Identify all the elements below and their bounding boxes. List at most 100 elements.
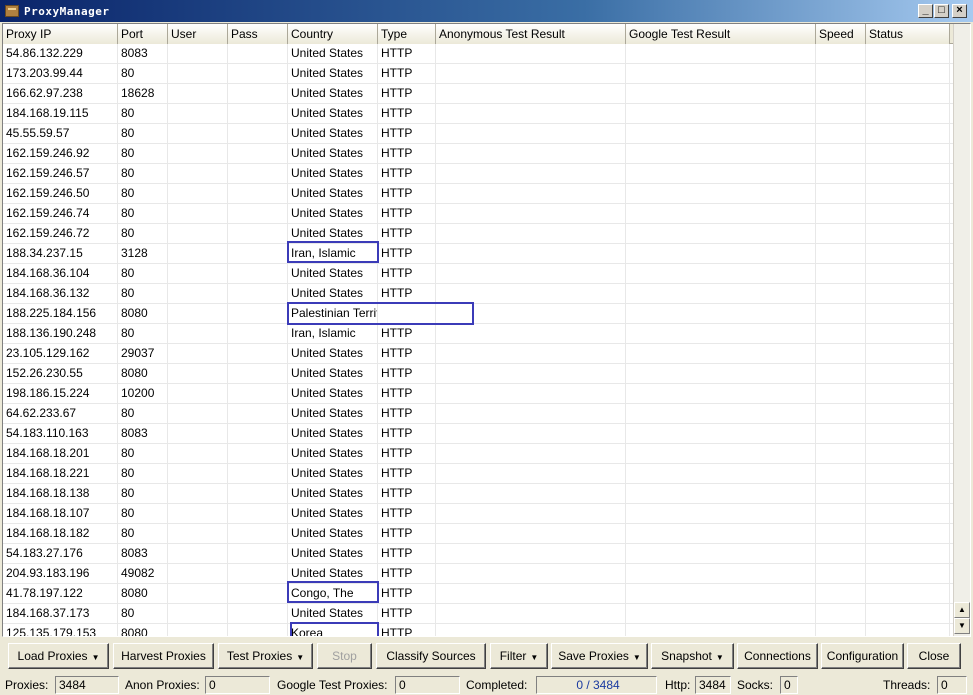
scroll-up-button[interactable]: ▲ — [954, 602, 970, 618]
table-row[interactable]: 54.183.27.176 8083 United States HTTP — [3, 544, 953, 564]
column-header[interactable]: Google Test Result — [626, 24, 816, 44]
column-header[interactable]: Port — [118, 24, 168, 44]
speed-cell — [816, 344, 866, 363]
type-cell: HTTP — [378, 584, 436, 603]
filter-button[interactable]: Filter ▼ — [490, 643, 548, 669]
port-cell: 8083 — [118, 44, 168, 63]
table-row[interactable]: 162.159.246.92 80 United States HTTP — [3, 144, 953, 164]
column-header[interactable]: User — [168, 24, 228, 44]
connections-button[interactable]: Connections — [737, 643, 818, 669]
google-result-cell — [626, 544, 816, 563]
chevron-down-icon: ▼ — [632, 653, 641, 662]
test-proxies-button[interactable]: Test Proxies ▼ — [218, 643, 313, 669]
table-row[interactable]: 173.203.99.44 80 United States HTTP — [3, 64, 953, 84]
close-button[interactable]: Close — [907, 643, 961, 669]
user-cell — [168, 304, 228, 323]
pass-cell — [228, 124, 288, 143]
country-cell: United States — [288, 224, 378, 243]
table-row[interactable]: 188.225.184.1568080 Palestinian Territory… — [3, 304, 953, 324]
table-row[interactable]: 162.159.246.57 80 United States HTTP — [3, 164, 953, 184]
harvest-proxies-button[interactable]: Harvest Proxies — [113, 643, 214, 669]
socks-count: 0 — [780, 676, 798, 694]
table-row[interactable]: 184.168.18.221 80 United States HTTP — [3, 464, 953, 484]
load-proxies-label: Load Proxies — [17, 649, 88, 663]
column-header[interactable]: Anonymous Test Result — [436, 24, 626, 44]
port-cell: 80 — [118, 204, 168, 223]
snapshot-button[interactable]: Snapshot ▼ — [651, 643, 734, 669]
load-proxies-button[interactable]: Load Proxies ▼ — [8, 643, 109, 669]
minimize-button[interactable]: _ — [918, 4, 933, 18]
port-cell: 80 — [118, 164, 168, 183]
table-row[interactable]: 184.168.18.107 80 United States HTTP — [3, 504, 953, 524]
table-row[interactable]: 125.135.179.153 8080 Korea HTTP — [3, 624, 953, 636]
type-cell: HTTP — [378, 624, 436, 636]
scroll-down-button[interactable]: ▼ — [954, 618, 970, 634]
table-row[interactable]: 204.93.183.196 49082 United States HTTP — [3, 564, 953, 584]
pass-cell — [228, 164, 288, 183]
speed-cell — [816, 144, 866, 163]
status-cell — [866, 304, 950, 323]
table-row[interactable]: 184.168.18.201 80 United States HTTP — [3, 444, 953, 464]
table-row[interactable]: 162.159.246.50 80 United States HTTP — [3, 184, 953, 204]
column-header[interactable]: Speed — [816, 24, 866, 44]
table-row[interactable]: 23.105.129.162 29037 United States HTTP — [3, 344, 953, 364]
type-cell: HTTP — [378, 364, 436, 383]
table-row[interactable]: 198.186.15.224 10200 United States HTTP — [3, 384, 953, 404]
table-row[interactable]: 54.86.132.229 8083 United States HTTP — [3, 44, 953, 64]
type-cell: HTTP — [378, 344, 436, 363]
country-cell: United States — [288, 484, 378, 503]
country-cell: United States — [288, 264, 378, 283]
pass-cell — [228, 184, 288, 203]
proxy-ip-cell: 184.168.18.138 — [3, 484, 118, 503]
configuration-button[interactable]: Configuration — [821, 643, 904, 669]
type-cell: HTTP — [378, 324, 436, 343]
column-header[interactable]: Type — [378, 24, 436, 44]
port-cell: 8080 — [118, 624, 168, 636]
table-row[interactable]: 188.136.190.248 80 Iran, Islamic HTTP — [3, 324, 953, 344]
table-row[interactable]: 184.168.36.104 80 United States HTTP — [3, 264, 953, 284]
table-row[interactable]: 162.159.246.72 80 United States HTTP — [3, 224, 953, 244]
google-result-cell — [626, 384, 816, 403]
table-row[interactable]: 152.26.230.55 8080 United States HTTP — [3, 364, 953, 384]
table-row[interactable]: 184.168.37.173 80 United States HTTP — [3, 604, 953, 624]
port-cell: 80 — [118, 324, 168, 343]
table-row[interactable]: 184.168.18.138 80 United States HTTP — [3, 484, 953, 504]
anon-result-cell — [436, 424, 626, 443]
user-cell — [168, 264, 228, 283]
table-row[interactable]: 188.34.237.15 3128 Iran, Islamic HTTP — [3, 244, 953, 264]
save-proxies-button[interactable]: Save Proxies ▼ — [551, 643, 648, 669]
anon-result-cell — [436, 524, 626, 543]
stop-button[interactable]: Stop — [317, 643, 372, 669]
column-header[interactable]: Country — [288, 24, 378, 44]
pass-cell — [228, 224, 288, 243]
pass-cell — [228, 424, 288, 443]
table-row[interactable]: 184.168.19.115 80 United States HTTP — [3, 104, 953, 124]
user-cell — [168, 364, 228, 383]
table-row[interactable]: 162.159.246.74 80 United States HTTP — [3, 204, 953, 224]
port-cell: 80 — [118, 104, 168, 123]
port-cell: 8080 — [118, 364, 168, 383]
column-header[interactable]: Status — [866, 24, 950, 44]
classify-sources-button[interactable]: Classify Sources — [376, 643, 486, 669]
type-cell: HTTP — [378, 384, 436, 403]
close-window-button[interactable]: × — [952, 4, 967, 18]
threads-count: 0 — [937, 676, 967, 694]
table-row[interactable]: 184.168.18.182 80 United States HTTP — [3, 524, 953, 544]
proxy-ip-cell: 184.168.19.115 — [3, 104, 118, 123]
table-row[interactable]: 64.62.233.67 80 United States HTTP — [3, 404, 953, 424]
speed-cell — [816, 604, 866, 623]
column-header[interactable]: Pass — [228, 24, 288, 44]
type-cell: HTTP — [378, 604, 436, 623]
column-header[interactable]: Proxy IP — [3, 24, 118, 44]
table-row[interactable]: 45.55.59.57 80 United States HTTP — [3, 124, 953, 144]
speed-cell — [816, 224, 866, 243]
table-row[interactable]: 166.62.97.238 18628 United States HTTP — [3, 84, 953, 104]
table-row[interactable]: 184.168.36.132 80 United States HTTP — [3, 284, 953, 304]
table-row[interactable]: 41.78.197.122 8080 Congo, The HTTP — [3, 584, 953, 604]
vertical-scrollbar[interactable]: ▲ ▼ — [953, 24, 970, 636]
maximize-button[interactable]: □ — [934, 4, 949, 18]
table-row[interactable]: 54.183.110.163 8083 United States HTTP — [3, 424, 953, 444]
proxy-ip-cell: 188.225.184.156 — [3, 304, 118, 323]
port-cell: 80 — [118, 484, 168, 503]
type-cell: HTTP — [378, 224, 436, 243]
